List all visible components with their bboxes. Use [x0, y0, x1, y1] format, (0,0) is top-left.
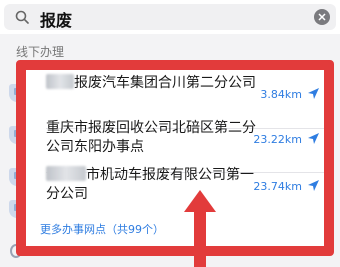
redacted-text [46, 166, 86, 181]
item-name: 市机动车报废有限公司第一分公司 [46, 166, 254, 202]
list-item[interactable]: 市机动车报废有限公司第一分公司 23.74km [26, 166, 324, 220]
search-query[interactable]: 报废 [40, 7, 72, 31]
list-item[interactable]: 重庆市报废回收公司北碚区第二分公司东阳办事点 23.22km [26, 119, 324, 173]
search-icon [15, 10, 29, 24]
more-locations-link[interactable]: 更多办事网点（共99个） [40, 221, 164, 237]
arrow-annotation-icon [184, 190, 216, 267]
item-distance: 3.84km [260, 88, 302, 101]
section-title: 线下办理 [16, 45, 65, 59]
redacted-text [46, 74, 74, 89]
item-name: 重庆市报废回收公司北碚区第二分公司东阳办事点 [46, 120, 256, 155]
navigate-icon[interactable] [307, 87, 320, 100]
navigate-icon[interactable] [307, 179, 320, 192]
item-distance: 23.74km [253, 180, 302, 193]
clear-search-button[interactable] [314, 9, 330, 25]
navigate-icon[interactable] [307, 132, 320, 145]
close-icon [318, 13, 326, 21]
item-name: 报废汽车集团合川第二分公司 [46, 74, 266, 93]
search-bar: 报废 [0, 0, 340, 34]
item-distance: 23.22km [253, 133, 302, 146]
search-input[interactable]: 报废 [4, 4, 336, 30]
